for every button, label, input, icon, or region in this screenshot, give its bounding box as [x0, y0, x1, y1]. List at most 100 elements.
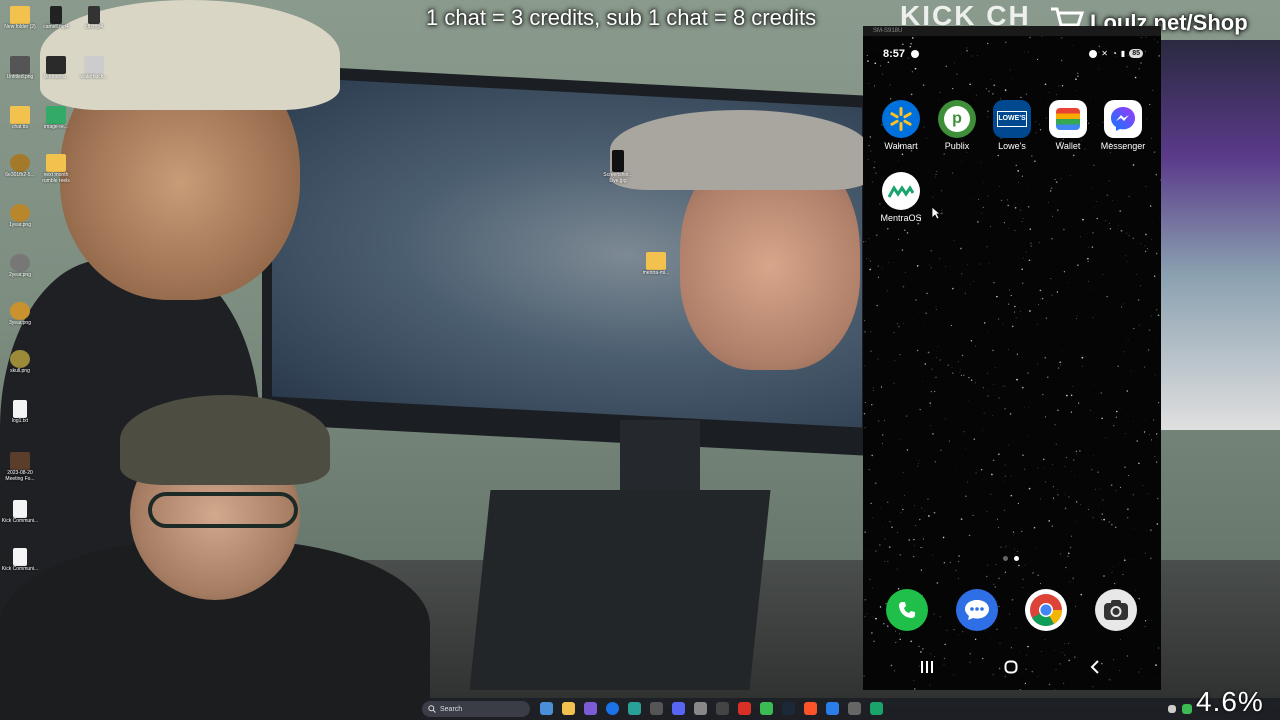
smart-glasses	[148, 492, 298, 528]
desktop-icon[interactable]: camell.mp4	[36, 6, 76, 30]
image-file-icon	[84, 56, 104, 74]
folder-icon	[46, 154, 66, 172]
desktop-icon[interactable]: chat tts	[0, 106, 40, 130]
image-file-icon	[10, 56, 30, 74]
image-file-icon	[612, 150, 624, 172]
desktop-icon[interactable]: log1.txt	[0, 400, 40, 424]
status-time: 8:57	[883, 48, 906, 60]
folder-icon	[646, 252, 666, 270]
dock-chrome-icon[interactable]	[1025, 589, 1067, 631]
dock-camera-icon[interactable]	[1095, 589, 1137, 631]
recents-button[interactable]	[907, 652, 947, 682]
desktop-icon[interactable]: 6e301fb2-5...	[0, 154, 40, 178]
app-mentraos[interactable]: MentraOS	[873, 172, 929, 223]
image-file-icon	[10, 452, 30, 470]
credits-overlay: 1 chat = 3 credits, sub 1 chat = 8 credi…	[426, 5, 817, 30]
chrome-taskbar-icon[interactable]	[606, 702, 619, 715]
tray-icon[interactable]	[1182, 704, 1192, 714]
text-file-icon	[13, 548, 27, 566]
desktop-icon[interactable]: Kick Communi...	[0, 548, 40, 572]
desktop-icon[interactable]: Untitled.png	[0, 56, 40, 80]
text-file-icon	[13, 400, 27, 418]
video-file-icon	[50, 6, 62, 24]
messenger-icon	[1104, 100, 1142, 138]
desktop-icon[interactable]: skull.png	[0, 350, 40, 374]
badge-icon	[10, 254, 30, 272]
tray-chevron-icon[interactable]	[1168, 705, 1176, 713]
app-icon[interactable]	[694, 702, 707, 715]
monitor-file-screenshot[interactable]: Screenshot... Live.jpg	[598, 150, 638, 184]
desktop-icon[interactable]: New folder (2)	[0, 6, 40, 30]
folder-icon	[10, 6, 30, 24]
phone-mirror-window[interactable]: SM-S918U 8:57 ✕ ◔ ▮ 85 Walmart p Publix …	[863, 26, 1161, 690]
app-icon[interactable]	[848, 702, 861, 715]
file-explorer-icon[interactable]	[562, 702, 575, 715]
desktop-icon[interactable]: image-re...	[36, 106, 76, 130]
lowes-icon: LOWE'S	[993, 100, 1031, 138]
brave-icon[interactable]	[804, 702, 817, 715]
desktop-icon[interactable]: 2year.png	[0, 254, 40, 278]
battery-indicator: 85	[1129, 49, 1143, 58]
image-file-icon	[10, 154, 30, 172]
desktop-icon[interactable]: 3year.png	[0, 302, 40, 326]
app-icon[interactable]	[716, 702, 729, 715]
signal-icon: ▮	[1120, 49, 1126, 58]
back-icon	[1090, 660, 1099, 674]
discord-icon[interactable]	[672, 702, 685, 715]
home-icon	[1004, 660, 1018, 674]
skull-icon	[10, 350, 30, 368]
badge-icon	[10, 204, 30, 222]
app-icon[interactable]	[628, 702, 641, 715]
text-file-icon	[13, 500, 27, 518]
monitor-folder-mentra[interactable]: mentra-mi...	[636, 252, 676, 276]
desktop-icon[interactable]: liketrains...	[36, 56, 76, 80]
desktop-icon[interactable]: next month rumble reels	[36, 154, 76, 184]
desktop-icon[interactable]: Kick Communi...	[0, 500, 40, 524]
phone-window-title: SM-S918U	[863, 26, 1161, 36]
app-icon[interactable]	[584, 702, 597, 715]
app-publix[interactable]: p Publix	[929, 100, 985, 151]
task-view-icon[interactable]	[540, 702, 553, 715]
phone-status-bar: 8:57 ✕ ◔ ▮ 85	[863, 48, 1161, 62]
image-file-icon	[46, 106, 66, 124]
phone-nav-bar	[863, 652, 1161, 682]
profile-icon	[911, 50, 919, 58]
dock-messages-icon[interactable]	[956, 589, 998, 631]
app-walmart[interactable]: Walmart	[873, 100, 929, 151]
mentraos-icon	[882, 172, 920, 210]
wifi-icon: ◔	[1111, 49, 1117, 58]
app-icon[interactable]	[826, 702, 839, 715]
page-dot-active	[1014, 556, 1019, 561]
dnd-icon	[1089, 49, 1098, 58]
back-button[interactable]	[1075, 652, 1115, 682]
app-icon[interactable]	[870, 702, 883, 715]
zoom-readout: 4.6%	[1196, 686, 1264, 717]
desktop-icon[interactable]: 2023-08-20 Meeting Fo...	[0, 452, 40, 482]
app-icon[interactable]	[738, 702, 751, 715]
mute-icon: ✕	[1101, 49, 1108, 58]
publix-icon: p	[938, 100, 976, 138]
app-icon[interactable]	[760, 702, 773, 715]
app-messenger[interactable]: Messenger	[1095, 100, 1151, 151]
dock-phone-icon[interactable]	[886, 589, 928, 631]
steam-icon[interactable]	[782, 702, 795, 715]
walmart-icon	[882, 100, 920, 138]
desktop-icon[interactable]: cfb.mp4	[74, 6, 114, 30]
windows-taskbar: Search	[420, 698, 1280, 720]
recents-icon	[921, 661, 933, 673]
app-icon[interactable]	[650, 702, 663, 715]
video-file-icon	[88, 6, 100, 24]
app-wallet[interactable]: Wallet	[1040, 100, 1096, 151]
desktop-icon[interactable]: waterbuck...	[74, 56, 114, 80]
image-file-icon	[46, 56, 66, 74]
app-lowes[interactable]: LOWE'S Lowe's	[984, 100, 1040, 151]
desktop-icon[interactable]: 1year.png	[0, 204, 40, 228]
folder-icon	[10, 106, 30, 124]
wallet-icon	[1049, 100, 1087, 138]
home-button[interactable]	[991, 652, 1031, 682]
search-icon	[428, 705, 436, 713]
taskbar-search[interactable]: Search	[422, 701, 530, 717]
page-dot	[1003, 556, 1008, 561]
mouse-cursor	[931, 206, 942, 225]
page-indicator	[1003, 556, 1019, 561]
